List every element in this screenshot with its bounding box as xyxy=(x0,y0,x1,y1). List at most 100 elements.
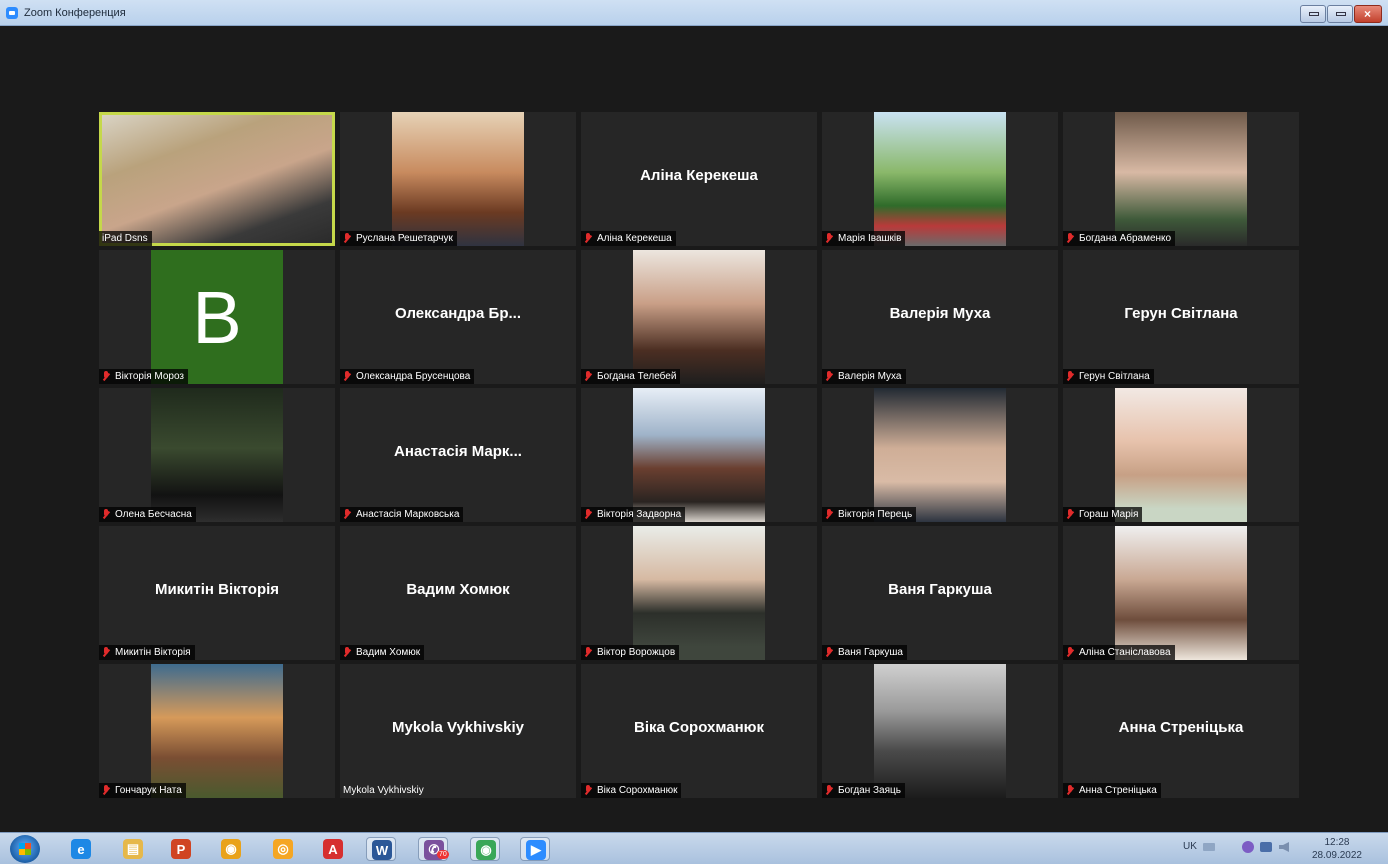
window-titlebar: Zoom Конференция × xyxy=(0,0,1388,26)
participant-tile[interactable]: Марія Івашків xyxy=(822,112,1058,246)
participant-tile[interactable]: Микитін Вікторія Микитін Вікторія xyxy=(99,526,335,660)
acrobat-icon: A xyxy=(323,839,343,859)
muted-mic-icon xyxy=(102,647,111,658)
participant-name-label: Віктор Ворожцов xyxy=(581,645,680,660)
muted-mic-icon xyxy=(1066,233,1075,244)
participant-name-label: Вікторія Перець xyxy=(822,507,917,522)
participant-tile[interactable]: Віктор Ворожцов xyxy=(581,526,817,660)
participant-tile[interactable]: Аліна Керекеша Аліна Керекеша xyxy=(581,112,817,246)
window-title: Zoom Конференция xyxy=(24,7,126,19)
participant-display-name: Mykola Vykhivskiy xyxy=(391,719,525,736)
participant-video xyxy=(633,250,765,384)
viber-taskbar-button[interactable]: ✆ 70 xyxy=(418,837,449,861)
antivirus-icon[interactable] xyxy=(1242,841,1254,853)
participant-name: Герун Світлана xyxy=(1079,371,1150,382)
participant-tile[interactable]: Вадим Хомюк Вадим Хомюк xyxy=(340,526,576,660)
file-explorer-taskbar-button[interactable]: ▤ xyxy=(118,837,148,861)
language-indicator[interactable]: UK xyxy=(1183,841,1197,852)
participant-tile[interactable]: Гончарук Ната xyxy=(99,664,335,798)
muted-mic-icon xyxy=(825,233,834,244)
participant-name-label: Вікторія Задворна xyxy=(581,507,686,522)
participant-name: Микитін Вікторія xyxy=(115,647,191,658)
minimize-icon xyxy=(1309,12,1319,16)
participant-video xyxy=(1115,388,1247,522)
volume-icon[interactable] xyxy=(1279,842,1289,852)
maximize-button[interactable] xyxy=(1327,5,1353,23)
participant-tile[interactable]: Гораш Марія xyxy=(1063,388,1299,522)
participant-tile[interactable]: Аліна Станіславова xyxy=(1063,526,1299,660)
tray-clock[interactable]: 12:28 28.09.2022 xyxy=(1312,836,1362,862)
minimize-button[interactable] xyxy=(1300,5,1326,23)
chrome-taskbar-button[interactable]: ◉ xyxy=(216,837,246,861)
participant-display-name: Герун Світлана xyxy=(1124,305,1238,322)
participant-tile[interactable]: Ваня Гаркуша Ваня Гаркуша xyxy=(822,526,1058,660)
participant-video xyxy=(874,112,1006,246)
participant-name-label: Богдана Телебей xyxy=(581,369,681,384)
participant-display-name: Микитін Вікторія xyxy=(154,581,280,598)
participant-display-name: Анастасія Марк... xyxy=(394,443,522,460)
muted-mic-icon xyxy=(343,509,352,520)
participant-tile[interactable]: Вікторія Задворна xyxy=(581,388,817,522)
muted-mic-icon xyxy=(584,509,593,520)
participant-name: Аліна Станіславова xyxy=(1079,647,1171,658)
yandex-browser-taskbar-button[interactable]: ◎ xyxy=(268,837,298,861)
participant-tile[interactable]: Вікторія Перець xyxy=(822,388,1058,522)
gallery-view: iPad Dsns Руслана Решетарчук Аліна Керекеш… xyxy=(99,112,1300,799)
participant-tile[interactable]: Богдана Телебей xyxy=(581,250,817,384)
internet-explorer-taskbar-button[interactable]: e xyxy=(66,837,96,861)
start-button[interactable] xyxy=(10,835,40,863)
muted-mic-icon xyxy=(343,233,352,244)
participant-tile[interactable]: Валерія Муха Валерія Муха xyxy=(822,250,1058,384)
participant-name-label: Марія Івашків xyxy=(822,231,906,246)
powerpoint-taskbar-button[interactable]: P xyxy=(166,837,196,861)
muted-mic-icon xyxy=(584,233,593,244)
muted-mic-icon xyxy=(584,647,593,658)
participant-tile[interactable]: Олена Бесчасна xyxy=(99,388,335,522)
word-taskbar-button[interactable]: W xyxy=(366,837,396,861)
close-button[interactable]: × xyxy=(1354,5,1382,23)
muted-mic-icon xyxy=(825,785,834,796)
muted-mic-icon xyxy=(825,647,834,658)
notification-badge: 70 xyxy=(437,850,449,859)
participant-tile[interactable]: Герун Світлана Герун Світлана xyxy=(1063,250,1299,384)
muted-mic-icon xyxy=(1066,785,1075,796)
acrobat-taskbar-button[interactable]: A xyxy=(318,837,348,861)
participant-tile[interactable]: Анастасія Марк... Анастасія Марковська xyxy=(340,388,576,522)
participant-name: Вікторія Задворна xyxy=(597,509,682,520)
maximize-icon xyxy=(1336,12,1346,16)
participant-display-name: Ваня Гаркуша xyxy=(888,581,992,598)
participant-name: Анастасія Марковська xyxy=(356,509,460,520)
participant-name: Анна Стреніцька xyxy=(1079,785,1157,796)
participant-tile[interactable]: Олександра Бр... Олександра Брусенцова xyxy=(340,250,576,384)
muted-mic-icon xyxy=(102,509,111,520)
participant-name-label: Гончарук Ната xyxy=(99,783,186,798)
participant-name: Валерія Муха xyxy=(838,371,902,382)
muted-mic-icon xyxy=(1066,647,1075,658)
participant-tile[interactable]: Анна Стреніцька Анна Стреніцька xyxy=(1063,664,1299,798)
participant-tile[interactable]: Руслана Решетарчук xyxy=(340,112,576,246)
zoom-taskbar-button[interactable]: ▶ xyxy=(520,837,550,861)
chrome-profile-icon: ◉ xyxy=(476,840,496,860)
participant-display-name: Анна Стреніцька xyxy=(1118,719,1244,736)
participant-name-label: Богдана Абраменко xyxy=(1063,231,1176,246)
participant-tile[interactable]: Mykola Vykhivskiy Mykola Vykhivskiy xyxy=(340,664,576,798)
windows-taskbar: e ▤ P ◉ ◎ A W ✆ 70 ◉ ▶ UK 12:28 28.09.2022 xyxy=(0,832,1388,864)
participant-avatar: B xyxy=(151,250,283,384)
participant-name: Вадим Хомюк xyxy=(356,647,421,658)
keyboard-icon xyxy=(1203,843,1215,851)
participant-name-label: Аліна Керекеша xyxy=(581,231,676,246)
participant-name: Віктор Ворожцов xyxy=(597,647,676,658)
participant-name-label: Аліна Станіславова xyxy=(1063,645,1175,660)
chrome-profile-taskbar-button[interactable]: ◉ xyxy=(470,837,500,861)
muted-mic-icon xyxy=(1066,371,1075,382)
participant-tile[interactable]: Богдан Заяць xyxy=(822,664,1058,798)
network-icon[interactable] xyxy=(1260,842,1272,852)
participant-name: Гончарук Ната xyxy=(115,785,182,796)
participant-tile[interactable]: B Вікторія Мороз xyxy=(99,250,335,384)
participant-name-label: Руслана Решетарчук xyxy=(340,231,457,246)
yandex-browser-icon: ◎ xyxy=(273,839,293,859)
participant-tile[interactable]: iPad Dsns xyxy=(99,112,335,246)
participant-tile[interactable]: Богдана Абраменко xyxy=(1063,112,1299,246)
participant-name-label: iPad Dsns xyxy=(99,231,152,246)
participant-tile[interactable]: Віка Сорохманюк Віка Сорохманюк xyxy=(581,664,817,798)
